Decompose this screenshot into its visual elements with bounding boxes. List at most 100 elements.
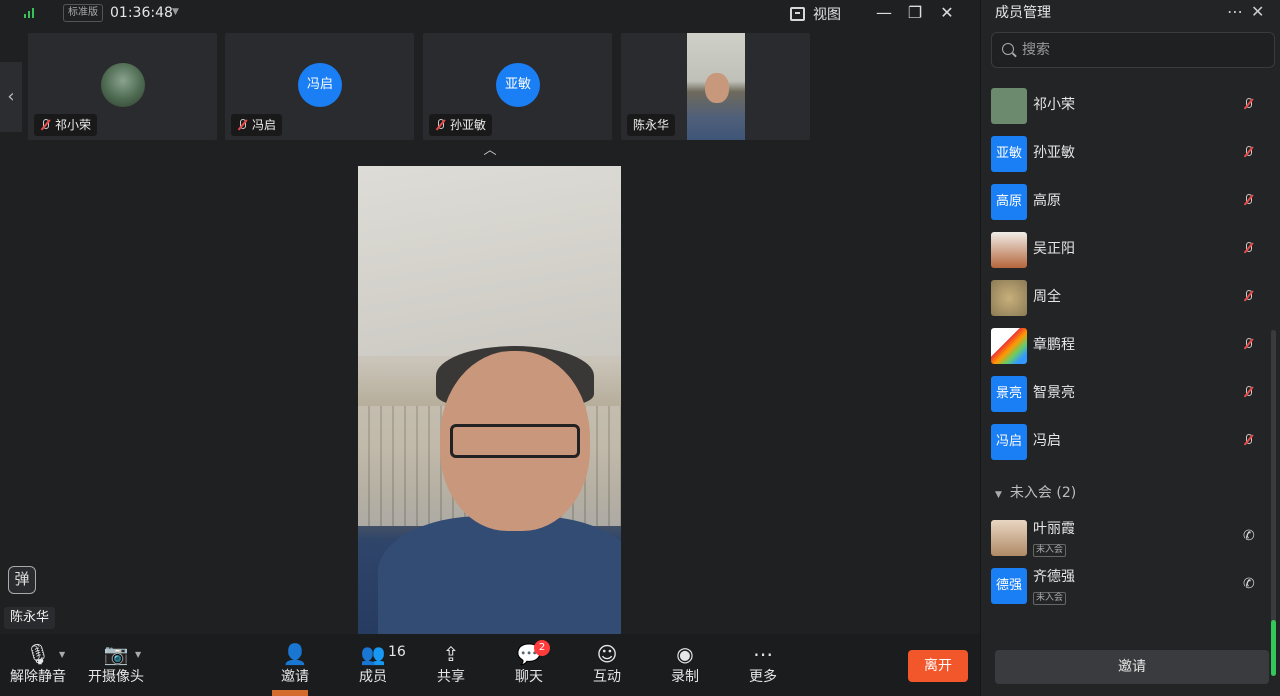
- active-indicator: [272, 690, 308, 696]
- close-icon[interactable]: ✕: [937, 4, 957, 22]
- minimize-icon[interactable]: —: [874, 4, 894, 22]
- member-row[interactable]: 冯启 冯启: [981, 418, 1271, 466]
- chat-label: 聊天: [515, 669, 543, 685]
- scrollbar[interactable]: [1271, 330, 1276, 670]
- not-joined-section[interactable]: ▼ 未入会 (2): [995, 482, 1076, 502]
- avatar: 冯启: [298, 63, 342, 107]
- thumbnail-strip: ‹ 祁小荣 冯启 冯启 亚敏 孙亚敏 陈永华: [0, 28, 980, 143]
- unmute-button[interactable]: 🎙 解除静音 ▼: [3, 640, 73, 692]
- chat-button[interactable]: 💬 2 聊天: [494, 640, 564, 692]
- more-label: 更多: [749, 669, 777, 685]
- record-label: 录制: [671, 669, 699, 685]
- participant-tile[interactable]: 祁小荣: [28, 33, 217, 140]
- participant-tile[interactable]: 冯启 冯启: [225, 33, 414, 140]
- participant-tile[interactable]: 亚敏 孙亚敏: [423, 33, 612, 140]
- member-name: 冯启: [1033, 433, 1061, 449]
- avatar: 亚敏: [496, 63, 540, 107]
- chevron-down-icon[interactable]: ▼: [59, 650, 65, 659]
- members-count: 16: [388, 644, 406, 660]
- invite-button[interactable]: 邀请: [995, 650, 1269, 684]
- add-user-icon: 👤: [282, 642, 308, 666]
- view-icon: [790, 7, 805, 21]
- member-row[interactable]: 亚敏 孙亚敏: [981, 130, 1271, 178]
- record-button[interactable]: ◉ 录制: [650, 640, 720, 692]
- camera-button[interactable]: 📷 开摄像头 ▼: [81, 640, 151, 692]
- participant-name: 孙亚敏: [450, 118, 487, 132]
- view-label: 视图: [813, 7, 841, 23]
- search-box[interactable]: [991, 32, 1275, 68]
- mic-muted-icon[interactable]: [1243, 146, 1253, 158]
- speaker-name: 陈永华: [4, 607, 56, 629]
- meeting-area: 标准版 01:36:48 ▼ 视图 — ❐ ✕ ‹ 祁小荣 冯启 冯启 亚敏 孙…: [0, 0, 980, 696]
- mic-muted-icon[interactable]: [1243, 434, 1253, 446]
- member-row[interactable]: 景亮 智景亮: [981, 370, 1271, 418]
- avatar: [991, 88, 1027, 124]
- member-row[interactable]: 周全: [981, 274, 1271, 322]
- mic-muted-icon[interactable]: [1243, 242, 1253, 254]
- chevron-down-icon[interactable]: ▼: [172, 7, 179, 17]
- share-label: 共享: [437, 669, 465, 685]
- mic-muted-icon[interactable]: [1243, 98, 1253, 110]
- phone-icon[interactable]: ✆: [1243, 576, 1255, 592]
- chevron-down-icon[interactable]: ▼: [135, 650, 141, 659]
- avatar: 高原: [991, 184, 1027, 220]
- member-name: 齐德强: [1033, 569, 1075, 585]
- chat-badge: 2: [534, 640, 550, 656]
- members-button[interactable]: 👥 16 成员: [338, 640, 408, 692]
- main-video: [358, 166, 621, 634]
- collapse-thumbnails-icon[interactable]: ︿: [480, 144, 500, 158]
- member-name: 高原: [1033, 193, 1061, 209]
- search-input[interactable]: [1022, 33, 1262, 67]
- panel-title: 成员管理: [995, 5, 1051, 21]
- member-row[interactable]: 高原 高原: [981, 178, 1271, 226]
- signal-icon: [24, 8, 34, 18]
- invite-label: 邀请: [281, 669, 309, 685]
- restore-icon[interactable]: ❐: [905, 4, 925, 22]
- participant-tile[interactable]: 陈永华: [621, 33, 810, 140]
- members-panel: 成员管理 ⋯ ✕ 祁小荣 亚敏 孙亚敏 高原 高原 吴正阳: [980, 0, 1280, 696]
- participant-name: 祁小荣: [55, 118, 92, 132]
- member-name: 吴正阳: [1033, 241, 1075, 257]
- phone-icon[interactable]: ✆: [1243, 528, 1255, 544]
- close-icon[interactable]: ✕: [1251, 2, 1264, 21]
- danmaku-icon[interactable]: 弹: [8, 566, 36, 594]
- mic-muted-icon: [237, 119, 247, 131]
- share-button[interactable]: ⇪ 共享: [416, 640, 486, 692]
- mic-muted-icon[interactable]: [1243, 290, 1253, 302]
- participant-video: [687, 33, 745, 140]
- scrollbar-thumb[interactable]: [1271, 620, 1276, 676]
- more-button[interactable]: ⋯ 更多: [728, 640, 798, 692]
- meeting-timer[interactable]: 01:36:48: [110, 4, 173, 22]
- mic-muted-icon[interactable]: [1243, 338, 1253, 350]
- avatar: [991, 280, 1027, 316]
- avatar: 景亮: [991, 376, 1027, 412]
- view-button[interactable]: 视图: [790, 4, 841, 24]
- invite-button[interactable]: 👤 邀请: [260, 640, 330, 692]
- mic-muted-icon: [40, 119, 50, 131]
- camera-label: 开摄像头: [88, 669, 144, 685]
- avatar: [991, 520, 1027, 556]
- chevron-down-icon: ▼: [995, 490, 1002, 500]
- member-row[interactable]: 叶丽霞 未入会 ✆: [981, 514, 1271, 562]
- participant-nametag: 祁小荣: [34, 114, 98, 136]
- status-badge: 未入会: [1033, 544, 1067, 557]
- mic-muted-icon[interactable]: [1243, 194, 1253, 206]
- more-icon[interactable]: ⋯: [1227, 2, 1243, 21]
- not-joined-label: 未入会 (2): [1009, 485, 1077, 501]
- member-name: 周全: [1033, 289, 1061, 305]
- participant-nametag: 孙亚敏: [429, 114, 493, 136]
- participant-name: 冯启: [252, 118, 277, 132]
- avatar: 冯启: [991, 424, 1027, 460]
- chevron-left-icon[interactable]: ‹: [0, 62, 22, 132]
- interact-button[interactable]: ☺ 互动: [572, 640, 642, 692]
- member-row[interactable]: 德强 齐德强 未入会 ✆: [981, 562, 1271, 610]
- smile-icon: ☺: [596, 642, 618, 666]
- member-name: 章鹏程: [1033, 337, 1075, 353]
- mic-muted-icon[interactable]: [1243, 386, 1253, 398]
- share-icon: ⇪: [442, 642, 460, 666]
- participant-nametag: 陈永华: [627, 114, 676, 136]
- member-row[interactable]: 吴正阳: [981, 226, 1271, 274]
- member-row[interactable]: 祁小荣: [981, 82, 1271, 130]
- leave-button[interactable]: 离开: [908, 650, 968, 682]
- member-row[interactable]: 章鹏程: [981, 322, 1271, 370]
